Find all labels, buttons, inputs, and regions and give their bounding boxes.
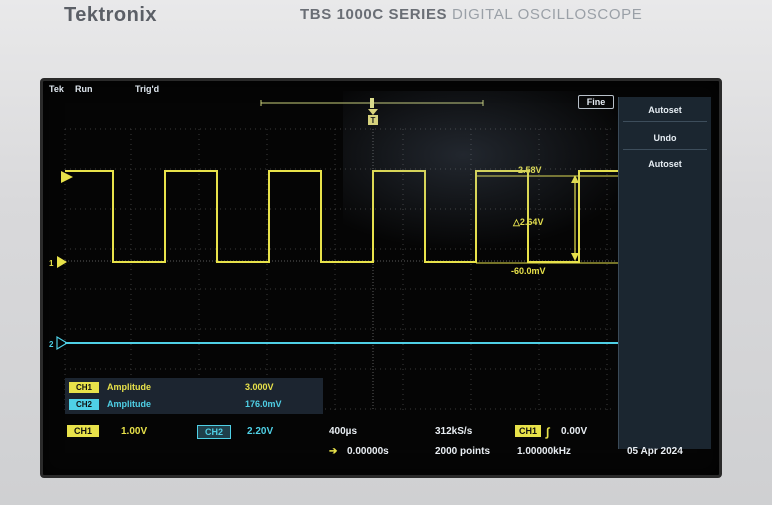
timebase-value: 400µs bbox=[329, 426, 358, 437]
ch1-ground-marker[interactable] bbox=[57, 256, 67, 268]
cursor-delta-value: △2.64V bbox=[512, 217, 543, 227]
oscilloscope-bezel: Tektronix TBS 1000C SERIES DIGITAL OSCIL… bbox=[0, 0, 772, 505]
series-subtitle: DIGITAL OSCILLOSCOPE bbox=[451, 6, 643, 23]
trigger-frequency: 1.00000kHz bbox=[517, 446, 571, 457]
measurement-row[interactable]: CH2 Amplitude 176.0mV bbox=[67, 398, 319, 412]
cursor-lower-value: -60.0mV bbox=[511, 266, 546, 276]
ch1-scale-value: 1.00V bbox=[121, 426, 148, 437]
ch2-scale-value: 2.20V bbox=[247, 426, 274, 437]
ch2-scale-tag[interactable]: CH2 bbox=[197, 425, 231, 439]
side-menu: Autoset Undo Autoset bbox=[618, 97, 711, 449]
cursor-arrow-down-icon bbox=[571, 253, 579, 261]
measurement-name: Amplitude bbox=[107, 399, 151, 409]
delay-arrow-icon: ➔ bbox=[329, 446, 338, 457]
ch2-marker-label: 2 bbox=[49, 340, 54, 349]
record-length: 2000 points bbox=[435, 446, 491, 457]
trigger-slope-icon: ∫ bbox=[546, 425, 550, 439]
trigger-source-tag[interactable]: CH1 bbox=[515, 425, 541, 437]
ch1-marker-label: 1 bbox=[49, 259, 54, 268]
ch1-scale-tag[interactable]: CH1 bbox=[67, 425, 99, 437]
trigger-level-value: 0.00V bbox=[561, 426, 588, 437]
brand-logo: Tektronix bbox=[64, 4, 158, 26]
menu-autoset-title[interactable]: Autoset bbox=[619, 105, 711, 115]
measurement-value: 3.000V bbox=[245, 382, 274, 392]
measurement-panel: CH1 Amplitude 3.000V CH2 Amplitude 176.0… bbox=[65, 378, 323, 414]
info-bar: CH1 1.00V CH2 2.20V 400µs ➔ 0.00000s 312… bbox=[43, 419, 719, 475]
delay-value: 0.00000s bbox=[347, 446, 389, 457]
measurement-name: Amplitude bbox=[107, 382, 151, 392]
sample-rate: 312kS/s bbox=[435, 426, 473, 437]
menu-undo-button[interactable]: Undo bbox=[619, 133, 711, 143]
record-position-marker bbox=[370, 98, 374, 108]
scope-screen: Tek Run Trig'd Fine T 1 2 2.58V △2.64V -… bbox=[40, 78, 722, 478]
measurement-value: 176.0mV bbox=[245, 399, 282, 409]
ch2-tag: CH2 bbox=[69, 399, 99, 410]
trigger-t-label: T bbox=[371, 116, 376, 125]
series-name: TBS 1000C SERIES bbox=[300, 6, 448, 23]
ch1-tag: CH1 bbox=[69, 382, 99, 393]
measurement-row[interactable]: CH1 Amplitude 3.000V bbox=[67, 381, 319, 395]
series-label: TBS 1000C SERIES DIGITAL OSCILLOSCOPE bbox=[300, 6, 642, 23]
trigger-position-icon bbox=[368, 109, 378, 115]
cursor-upper-value: 2.58V bbox=[518, 165, 542, 175]
trigger-level-marker[interactable] bbox=[61, 171, 73, 183]
menu-divider bbox=[623, 121, 707, 122]
menu-divider bbox=[623, 149, 707, 150]
date-display: 05 Apr 2024 bbox=[627, 446, 683, 457]
menu-autoset-button[interactable]: Autoset bbox=[619, 159, 711, 169]
